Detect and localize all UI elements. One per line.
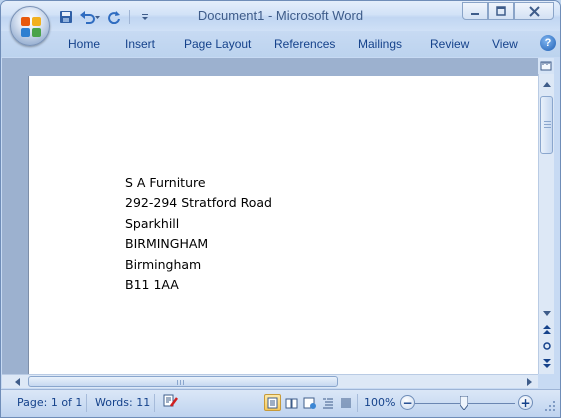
arrow-left-icon [14,377,20,386]
tab-page-layout[interactable]: Page Layout [184,37,251,51]
draft-view-button[interactable] [337,394,354,411]
document-line[interactable]: Birmingham [125,257,201,272]
next-page-button[interactable] [539,355,554,371]
full-screen-reading-view-button[interactable] [283,394,300,411]
scroll-left-button[interactable] [10,375,24,388]
horizontal-scroll-thumb[interactable] [28,376,338,387]
zoom-in-button[interactable]: + [518,395,533,410]
document-line[interactable]: BIRMINGHAM [125,236,208,251]
scroll-up-button[interactable] [539,76,554,92]
vertical-scroll-thumb[interactable] [540,96,553,154]
double-down-icon [542,359,551,368]
status-separator [86,394,87,412]
document-page[interactable]: S A Furniture 292-294 Stratford Road Spa… [28,76,538,376]
document-line[interactable]: Sparkhill [125,216,179,231]
print-layout-view-button[interactable] [264,394,281,411]
previous-page-button[interactable] [539,322,554,338]
tab-home[interactable]: Home [68,37,100,51]
vertical-scrollbar[interactable] [538,58,554,374]
document-line[interactable]: 292-294 Stratford Road [125,195,272,210]
tab-review[interactable]: Review [430,37,469,51]
office-button[interactable] [10,6,50,46]
word-count-status[interactable]: Words: 11 [95,396,150,409]
resize-grip-icon[interactable] [544,400,556,412]
help-icon[interactable]: ? [540,35,556,51]
arrow-down-icon [542,310,551,316]
print-layout-icon [267,397,278,408]
zoom-out-button[interactable]: − [400,395,415,410]
arrow-up-icon [542,81,551,87]
zoom-slider-thumb[interactable] [459,395,469,411]
select-browse-object-button[interactable] [539,338,554,354]
window-controls [462,2,554,20]
scroll-right-button[interactable] [522,375,536,388]
close-icon [528,5,540,17]
ribbon-tabs: Home Insert Page Layout References Maili… [1,31,560,57]
minimize-icon [471,13,479,15]
tab-view[interactable]: View [492,37,518,51]
proofing-icon[interactable] [161,392,178,409]
view-ruler-button[interactable] [538,58,554,74]
status-separator [357,394,358,412]
outline-view-button[interactable] [319,394,336,411]
tab-references[interactable]: References [274,37,335,51]
scroll-down-button[interactable] [539,305,554,321]
arrow-right-icon [526,377,532,386]
outline-icon [322,398,333,408]
page-count-status[interactable]: Page: 1 of 1 [17,396,82,409]
double-up-icon [542,325,551,334]
horizontal-scrollbar[interactable] [2,374,538,388]
status-bar: Page: 1 of 1 Words: 11 100% − + [1,389,560,417]
document-line[interactable]: B11 1AA [125,277,179,292]
reading-view-icon [285,398,298,408]
tab-mailings[interactable]: Mailings [358,37,402,51]
document-line[interactable]: S A Furniture [125,175,206,190]
office-logo-icon [21,17,41,37]
word-window: Document1 - Microsoft Word Home Insert P… [0,0,561,418]
ruler-icon [540,61,552,71]
status-separator [154,394,155,412]
restore-icon [496,6,506,16]
title-bar: Document1 - Microsoft Word [1,1,560,31]
minimize-button[interactable] [462,2,488,20]
tab-insert[interactable]: Insert [125,37,155,51]
browse-object-icon [542,342,551,350]
close-button[interactable] [514,2,554,20]
document-workspace: S A Furniture 292-294 Stratford Road Spa… [2,58,538,376]
web-layout-view-button[interactable] [301,394,318,411]
web-layout-icon [303,397,316,409]
draft-icon [340,398,351,407]
restore-button[interactable] [488,2,514,20]
zoom-level-button[interactable]: 100% [364,396,395,409]
